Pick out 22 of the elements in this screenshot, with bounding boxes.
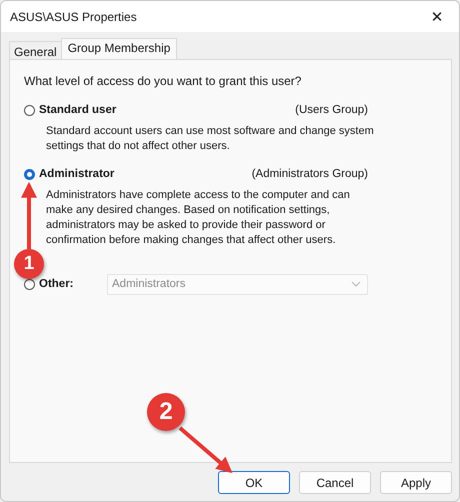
annotation-arrow <box>178 426 232 474</box>
window-title: ASUS\ASUS Properties <box>10 10 137 24</box>
dialog-button[interactable]: OK <box>218 471 290 494</box>
group-name: (Users Group) <box>295 104 368 116</box>
option-label: Administrator <box>39 168 114 180</box>
option-label: Standard user <box>39 104 116 116</box>
option-label: Other: <box>39 278 74 290</box>
tab[interactable]: Group Membership <box>60 38 178 59</box>
group-name: (Administrators Group) <box>252 168 368 180</box>
close-button[interactable]: ✕ <box>415 1 459 32</box>
radio-button[interactable] <box>24 168 35 180</box>
radio-option[interactable]: Standard user <box>24 104 116 116</box>
option-description: Administrators have complete access to the computer and can make any desired changes. Based on notification settings, administrators may be asked to provide their password or confirmation before making changes that affect other users. <box>46 188 351 248</box>
annotation-arrow <box>21 182 37 249</box>
dialog-button[interactable]: Cancel <box>299 471 371 494</box>
option-description: Standard account users can use most software and change system settings that do not affect other users. <box>46 124 375 154</box>
question-text: What level of access do you want to grant this user? <box>24 74 302 88</box>
chevron-down-icon <box>351 281 361 287</box>
dialog-button[interactable]: Apply <box>380 471 452 494</box>
tab[interactable]: General <box>9 41 62 59</box>
radio-option[interactable]: Administrator <box>24 168 114 180</box>
radio-button[interactable] <box>24 104 35 116</box>
